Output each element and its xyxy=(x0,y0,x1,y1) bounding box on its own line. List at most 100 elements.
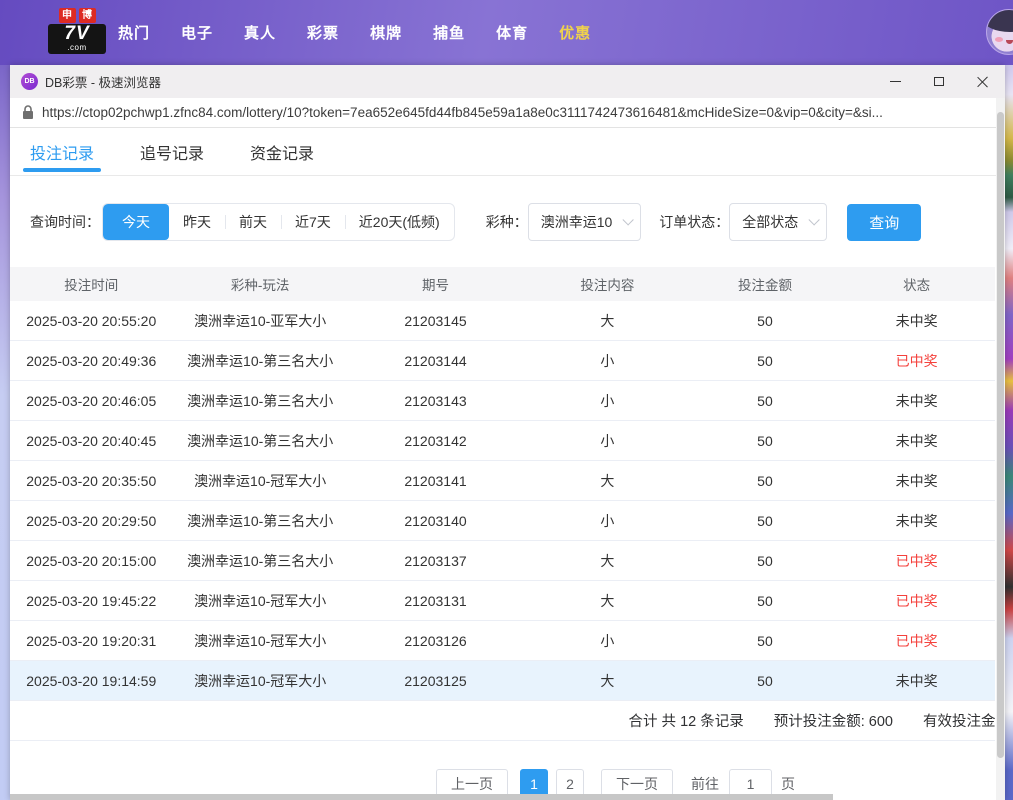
background-page-left-strip xyxy=(0,65,10,800)
table-row: 2025-03-20 19:20:31澳洲幸运10-冠军大小21203126小5… xyxy=(10,621,995,661)
avatar-hair xyxy=(986,9,1013,32)
cell-time: 2025-03-20 20:40:45 xyxy=(10,433,173,449)
header-bet-amount: 投注金额 xyxy=(692,274,839,294)
user-avatar[interactable] xyxy=(986,9,1013,55)
address-bar[interactable]: https://ctop02pchwp1.zfnc84.com/lottery/… xyxy=(10,98,1005,128)
maximize-icon xyxy=(934,77,944,86)
tab-bet-records[interactable]: 投注记录 xyxy=(30,128,94,175)
cell-time: 2025-03-20 20:29:50 xyxy=(10,513,173,529)
cell-content: 小 xyxy=(523,351,691,371)
avatar-mouth xyxy=(1006,40,1013,44)
horizontal-scrollbar-thumb[interactable] xyxy=(10,794,833,800)
table-row: 2025-03-20 20:29:50澳洲幸运10-第三名大小21203140小… xyxy=(10,501,995,541)
nav-item-live[interactable]: 真人 xyxy=(244,22,276,43)
nav-item-fishing[interactable]: 捕鱼 xyxy=(433,22,465,43)
cell-amount: 50 xyxy=(692,353,839,369)
time-option-today[interactable]: 今天 xyxy=(103,204,169,240)
cell-game: 澳洲幸运10-冠军大小 xyxy=(173,471,348,491)
cell-issue: 21203143 xyxy=(348,393,523,409)
nav-item-promos[interactable]: 优惠 xyxy=(559,22,591,43)
cell-content: 小 xyxy=(523,631,691,651)
cell-amount: 50 xyxy=(692,313,839,329)
cell-amount: 50 xyxy=(692,513,839,529)
nav-item-hot[interactable]: 热门 xyxy=(118,22,150,43)
site-top-navbar: 申 博 7V .com 热门 电子 真人 彩票 棋牌 捕鱼 体育 优惠 xyxy=(0,0,1013,65)
cell-issue: 21203126 xyxy=(348,633,523,649)
cell-issue: 21203125 xyxy=(348,673,523,689)
window-titlebar[interactable]: DB DB彩票 - 极速浏览器 xyxy=(10,65,1005,98)
header-bet-time: 投注时间 xyxy=(10,274,173,294)
cell-content: 小 xyxy=(523,391,691,411)
table-row: 2025-03-20 20:46:05澳洲幸运10-第三名大小21203143小… xyxy=(10,381,995,421)
cell-content: 小 xyxy=(523,431,691,451)
summary-valid-amount: 有效投注金额 xyxy=(923,710,995,731)
nav-item-cards[interactable]: 棋牌 xyxy=(370,22,402,43)
page-content: 投注记录 追号记录 资金记录 查询时间： 今天 昨天 前天 近7天 近20天(低… xyxy=(10,128,1005,800)
query-button[interactable]: 查询 xyxy=(847,204,921,241)
order-status-select[interactable]: 全部状态 xyxy=(729,203,827,241)
cell-time: 2025-03-20 20:55:20 xyxy=(10,313,173,329)
cell-game: 澳洲幸运10-第三名大小 xyxy=(173,431,348,451)
time-filter-label: 查询时间： xyxy=(30,212,100,232)
cell-time: 2025-03-20 20:35:50 xyxy=(10,473,173,489)
cell-status: 已中奖 xyxy=(838,551,995,571)
logo-main-text: 7V xyxy=(51,24,103,44)
cell-content: 大 xyxy=(523,551,691,571)
tab-chase-records[interactable]: 追号记录 xyxy=(140,128,204,175)
time-option-day-before[interactable]: 前天 xyxy=(225,204,281,240)
time-option-last20days[interactable]: 近20天(低频) xyxy=(345,204,454,240)
cell-issue: 21203137 xyxy=(348,553,523,569)
lottery-select-value: 澳洲幸运10 xyxy=(541,212,613,232)
cell-content: 大 xyxy=(523,471,691,491)
vertical-scrollbar-thumb[interactable] xyxy=(997,112,1004,758)
header-game-play: 彩种-玩法 xyxy=(173,274,348,294)
cell-time: 2025-03-20 19:14:59 xyxy=(10,673,173,689)
record-tabs: 投注记录 追号记录 资金记录 xyxy=(10,128,1005,176)
minimize-button[interactable] xyxy=(873,65,917,98)
table-row: 2025-03-20 20:49:36澳洲幸运10-第三名大小21203144小… xyxy=(10,341,995,381)
maximize-button[interactable] xyxy=(917,65,961,98)
time-filter-group: 今天 昨天 前天 近7天 近20天(低频) xyxy=(102,203,455,241)
tab-fund-records[interactable]: 资金记录 xyxy=(250,128,314,175)
cell-game: 澳洲幸运10-第三名大小 xyxy=(173,511,348,531)
cell-issue: 21203144 xyxy=(348,353,523,369)
nav-item-lottery[interactable]: 彩票 xyxy=(307,22,339,43)
goto-page-suffix: 页 xyxy=(781,774,795,794)
lottery-select[interactable]: 澳洲幸运10 xyxy=(528,203,642,241)
logo-badge-right: 博 xyxy=(79,8,96,23)
url-text[interactable]: https://ctop02pchwp1.zfnc84.com/lottery/… xyxy=(42,105,991,120)
close-button[interactable] xyxy=(961,65,1005,98)
cell-amount: 50 xyxy=(692,433,839,449)
chevron-down-icon xyxy=(809,214,820,225)
order-status-value: 全部状态 xyxy=(742,212,798,232)
cell-issue: 21203145 xyxy=(348,313,523,329)
cell-time: 2025-03-20 20:15:00 xyxy=(10,553,173,569)
cell-time: 2025-03-20 19:45:22 xyxy=(10,593,173,609)
cell-status: 已中奖 xyxy=(838,631,995,651)
chevron-down-icon xyxy=(623,214,634,225)
cell-game: 澳洲幸运10-冠军大小 xyxy=(173,631,348,651)
table-row: 2025-03-20 20:35:50澳洲幸运10-冠军大小21203141大5… xyxy=(10,461,995,501)
cell-amount: 50 xyxy=(692,633,839,649)
close-icon xyxy=(977,76,989,88)
time-option-last7days[interactable]: 近7天 xyxy=(281,204,345,240)
cell-time: 2025-03-20 19:20:31 xyxy=(10,633,173,649)
avatar-cheek xyxy=(995,37,1003,42)
bet-records-table: 投注时间 彩种-玩法 期号 投注内容 投注金额 状态 2025-03-20 20… xyxy=(10,267,995,741)
cell-content: 大 xyxy=(523,311,691,331)
cell-content: 小 xyxy=(523,511,691,531)
cell-game: 澳洲幸运10-第三名大小 xyxy=(173,351,348,371)
cell-content: 大 xyxy=(523,591,691,611)
time-option-yesterday[interactable]: 昨天 xyxy=(169,204,225,240)
site-logo[interactable]: 申 博 7V .com xyxy=(48,8,106,58)
lottery-filter-label: 彩种： xyxy=(486,212,528,232)
cell-game: 澳洲幸运10-亚军大小 xyxy=(173,311,348,331)
cell-amount: 50 xyxy=(692,553,839,569)
nav-item-slots[interactable]: 电子 xyxy=(181,22,213,43)
nav-item-sports[interactable]: 体育 xyxy=(496,22,528,43)
table-row: 2025-03-20 20:55:20澳洲幸运10-亚军大小21203145大5… xyxy=(10,301,995,341)
cell-status: 未中奖 xyxy=(838,391,995,411)
vertical-scrollbar[interactable] xyxy=(996,98,1005,800)
cell-issue: 21203140 xyxy=(348,513,523,529)
cell-game: 澳洲幸运10-第三名大小 xyxy=(173,551,348,571)
